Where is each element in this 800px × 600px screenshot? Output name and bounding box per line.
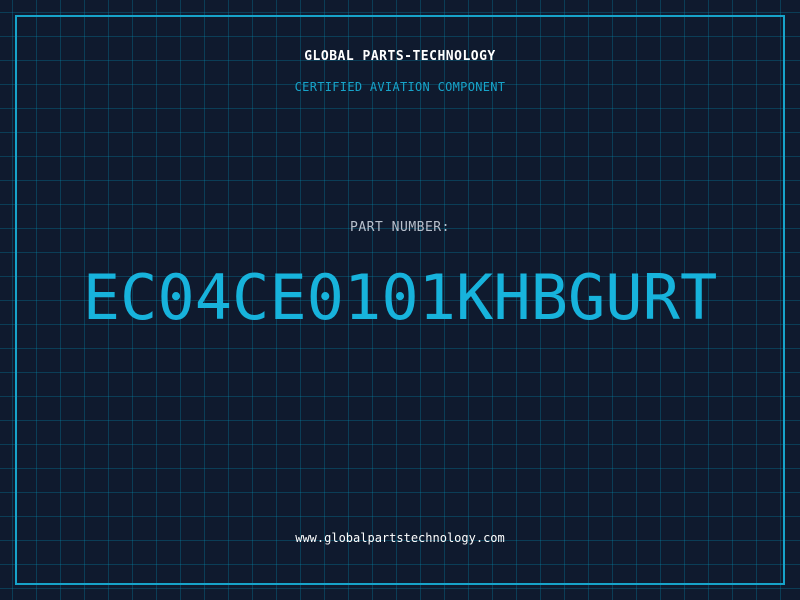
website-url: www.globalpartstechnology.com <box>295 531 505 545</box>
part-card: GLOBAL PARTS-TECHNOLOGY CERTIFIED AVIATI… <box>0 0 800 600</box>
part-number-value: EC04CE0101KHBGURT <box>82 261 718 334</box>
certification-subtitle: CERTIFIED AVIATION COMPONENT <box>294 80 506 94</box>
part-number-label: PART NUMBER: <box>350 220 450 235</box>
company-name: GLOBAL PARTS-TECHNOLOGY <box>304 49 496 64</box>
